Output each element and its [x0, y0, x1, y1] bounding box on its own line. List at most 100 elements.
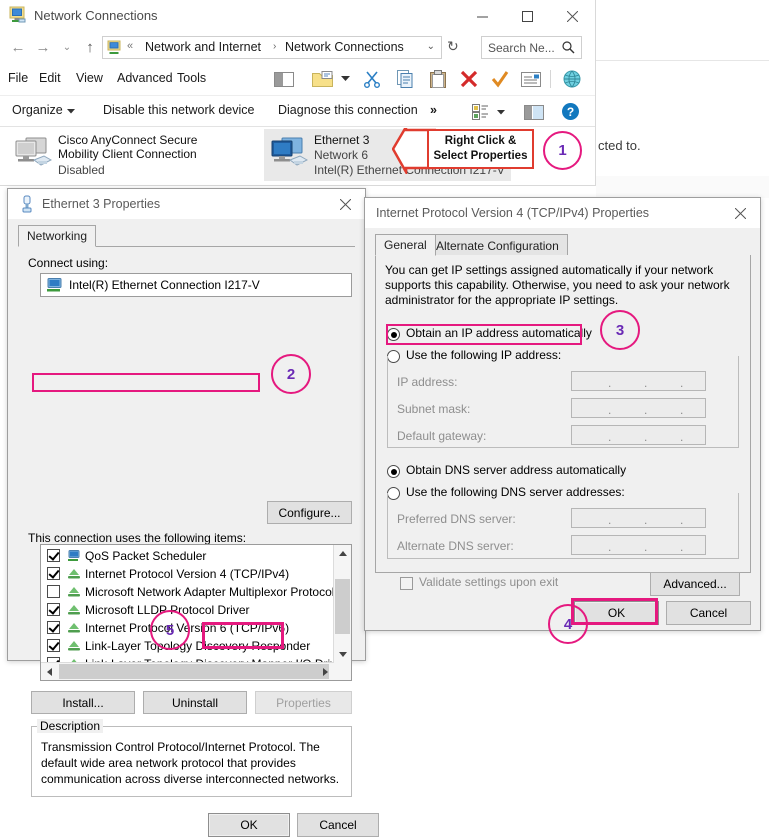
item-checkbox[interactable]: [47, 639, 60, 652]
address-bar[interactable]: « Network and Internet › Network Connect…: [102, 36, 442, 59]
scroll-right-icon[interactable]: [317, 663, 334, 680]
ip-address-input[interactable]: . . .: [571, 371, 706, 391]
advanced-button[interactable]: Advanced...: [650, 572, 740, 596]
list-item[interactable]: Microsoft LLDP Protocol Driver: [41, 601, 351, 619]
components-listbox[interactable]: QoS Packet Scheduler Internet Protocol V…: [40, 544, 352, 681]
list-item[interactable]: Microsoft Network Adapter Multiplexor Pr…: [41, 583, 351, 601]
list-item[interactable]: QoS Packet Scheduler: [41, 547, 351, 565]
ethernet-cancel-button[interactable]: Cancel: [297, 813, 379, 837]
ethernet-ok-button[interactable]: OK: [208, 813, 290, 837]
maximize-button[interactable]: [505, 0, 550, 32]
subnet-mask-label: Subnet mask:: [397, 402, 471, 416]
connection-name: Cisco AnyConnect Secure Mobility Client …: [58, 133, 198, 161]
configure-button[interactable]: Configure...: [267, 501, 352, 524]
scroll-down-icon[interactable]: [334, 646, 351, 663]
search-input[interactable]: Search Ne...: [488, 41, 555, 55]
chevron-down-icon[interactable]: [333, 68, 357, 90]
step-3-label: 3: [615, 321, 625, 339]
overflow-chevrons-icon[interactable]: »: [430, 103, 437, 117]
navigation-bar: ← → ⌄ ↑ « Network and Internet › Network…: [0, 32, 595, 63]
new-folder-icon[interactable]: [310, 68, 334, 90]
step-5-annotation: 5: [150, 610, 190, 650]
default-gateway-input[interactable]: . . .: [571, 425, 706, 445]
background-cut-text: cted to.: [598, 138, 641, 153]
view-details-icon[interactable]: [519, 68, 543, 90]
search-box[interactable]: Search Ne...: [481, 36, 582, 59]
install-button[interactable]: Install...: [31, 691, 135, 714]
ip-octet-dot: .: [644, 403, 648, 417]
horizontal-scroll-thumb[interactable]: [59, 664, 329, 679]
change-view-icon[interactable]: [468, 101, 492, 123]
list-item[interactable]: Internet Protocol Version 4 (TCP/IPv4): [41, 565, 351, 583]
paste-icon[interactable]: [426, 68, 450, 90]
delete-icon[interactable]: [457, 68, 481, 90]
address-chevrons[interactable]: «: [127, 40, 133, 52]
address-network-icon: [107, 40, 123, 56]
connect-using-label: Connect using:: [28, 256, 109, 270]
ethernet-dialog-close-button[interactable]: [325, 189, 365, 219]
tab-networking[interactable]: Networking: [18, 225, 97, 247]
ipv4-cancel-button[interactable]: Cancel: [666, 601, 751, 625]
breadcrumb-network-and-internet[interactable]: Network and Internet: [145, 40, 261, 54]
background-rule: [596, 60, 769, 61]
highlight-ipv4-item: [32, 373, 260, 392]
scroll-up-icon[interactable]: [334, 545, 351, 562]
item-checkbox[interactable]: [47, 585, 60, 598]
ipv4-dialog-close-button[interactable]: [720, 198, 760, 228]
show-preview-pane-icon[interactable]: [522, 101, 546, 123]
up-icon[interactable]: ↑: [80, 38, 100, 57]
preferred-dns-input[interactable]: . . .: [571, 508, 706, 528]
tab-general[interactable]: General: [375, 234, 436, 256]
close-button[interactable]: [550, 0, 595, 32]
tab-alternate-configuration[interactable]: Alternate Configuration: [427, 234, 568, 256]
list-item[interactable]: Link-Layer Topology Discovery Responder: [41, 637, 351, 655]
rename-check-icon[interactable]: [488, 68, 512, 90]
diagnose-connection-button[interactable]: Diagnose this connection: [278, 103, 418, 117]
minimize-button[interactable]: [460, 0, 505, 32]
menu-file[interactable]: File: [8, 71, 28, 85]
item-checkbox[interactable]: [47, 549, 60, 562]
preview-pane-icon[interactable]: [272, 68, 296, 90]
network-connections-icon: [9, 6, 28, 25]
alternate-dns-input[interactable]: . . .: [571, 535, 706, 555]
help-icon[interactable]: ?: [558, 100, 582, 122]
globe-icon[interactable]: [560, 68, 584, 90]
vertical-scroll-thumb[interactable]: [335, 579, 350, 634]
breadcrumb-network-connections[interactable]: Network Connections: [285, 40, 404, 54]
item-checkbox[interactable]: [47, 621, 60, 634]
obtain-dns-radio[interactable]: [387, 465, 400, 478]
protocol-icon: [67, 568, 81, 580]
uninstall-button[interactable]: Uninstall: [143, 691, 247, 714]
menu-view[interactable]: View: [76, 71, 103, 85]
view-caret-icon[interactable]: [497, 107, 505, 117]
connection-item-cisco[interactable]: Cisco AnyConnect Secure Mobility Client …: [8, 129, 258, 181]
item-checkbox[interactable]: [47, 603, 60, 616]
disable-device-button[interactable]: Disable this network device: [103, 103, 254, 117]
ip-octet-dot: .: [608, 513, 612, 527]
item-checkbox[interactable]: [47, 567, 60, 580]
list-item[interactable]: Internet Protocol Version 6 (TCP/IPv6): [41, 619, 351, 637]
menu-edit[interactable]: Edit: [39, 71, 61, 85]
recent-locations-icon[interactable]: ⌄: [57, 38, 77, 57]
organize-caret-icon[interactable]: [67, 106, 75, 116]
listbox-horizontal-scrollbar[interactable]: [41, 662, 334, 680]
listbox-vertical-scrollbar[interactable]: [333, 545, 351, 663]
svg-text:?: ?: [566, 105, 573, 119]
menu-tools[interactable]: Tools: [177, 71, 206, 85]
address-dropdown-icon[interactable]: ⌄: [427, 41, 435, 52]
subnet-mask-input[interactable]: . . .: [571, 398, 706, 418]
ethernet-adapter-icon: [270, 136, 309, 170]
refresh-icon[interactable]: ↻: [447, 38, 459, 55]
organize-button[interactable]: Organize: [12, 103, 63, 117]
step-5-label: 5: [165, 621, 175, 639]
copy-icon[interactable]: [393, 68, 417, 90]
validate-settings-checkbox[interactable]: [400, 577, 413, 590]
forward-icon[interactable]: →: [33, 38, 53, 57]
scrollbar-corner: [334, 663, 351, 680]
cut-icon[interactable]: [360, 68, 384, 90]
menu-advanced[interactable]: Advanced: [117, 71, 173, 85]
ip-octet-dot: .: [680, 513, 684, 527]
toolbar-divider: [550, 70, 551, 88]
back-icon[interactable]: ←: [8, 38, 28, 57]
scroll-left-icon[interactable]: [41, 663, 58, 680]
